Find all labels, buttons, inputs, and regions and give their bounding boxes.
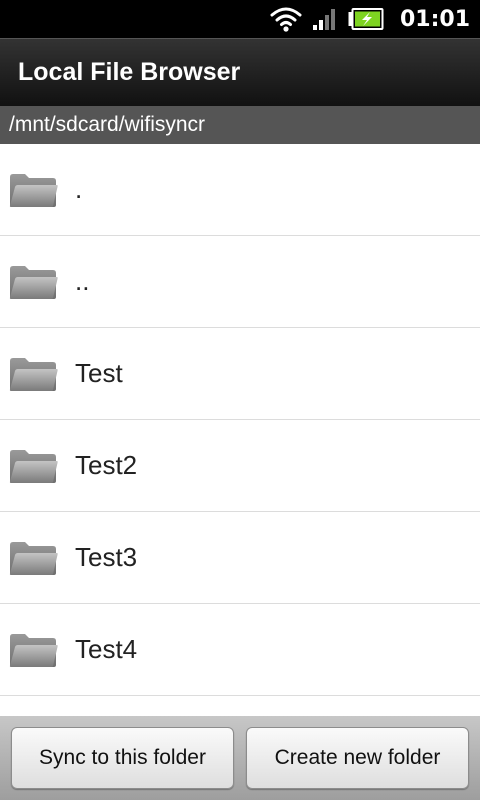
- file-name: Test2: [75, 450, 138, 480]
- status-time: 01:01: [399, 6, 470, 32]
- path-bar: /mnt/sdcard/wifisyncr: [0, 106, 480, 144]
- button-bar: Sync to this folder Create new folder: [0, 716, 480, 800]
- folder-icon: [8, 632, 58, 668]
- list-item[interactable]: ..: [0, 236, 480, 328]
- list-item[interactable]: Test3: [0, 512, 480, 604]
- folder-icon: [8, 540, 58, 576]
- file-list[interactable]: . .. Test Test2 Test3 Test4: [0, 144, 480, 716]
- page-title: Local File Browser: [18, 58, 241, 86]
- status-bar: 01:01: [0, 0, 480, 38]
- list-item[interactable]: Test4: [0, 604, 480, 696]
- current-path: /mnt/sdcard/wifisyncr: [9, 113, 206, 136]
- battery-charging-icon: [348, 8, 384, 30]
- title-bar: Local File Browser: [0, 38, 480, 106]
- file-name: .: [75, 174, 83, 204]
- folder-icon: [8, 448, 58, 484]
- folder-icon: [8, 356, 58, 392]
- folder-icon: [8, 264, 58, 300]
- list-item[interactable]: .: [0, 144, 480, 236]
- folder-icon: [8, 172, 58, 208]
- file-name: Test3: [75, 542, 138, 572]
- wifi-icon: [270, 6, 302, 32]
- sync-to-folder-button[interactable]: Sync to this folder: [11, 727, 234, 789]
- signal-icon: [312, 8, 338, 30]
- file-name: ..: [75, 266, 90, 296]
- file-name: Test: [75, 358, 123, 388]
- create-new-folder-button[interactable]: Create new folder: [246, 727, 469, 789]
- list-item[interactable]: Test: [0, 328, 480, 420]
- list-item[interactable]: Test2: [0, 420, 480, 512]
- file-name: Test4: [75, 634, 138, 664]
